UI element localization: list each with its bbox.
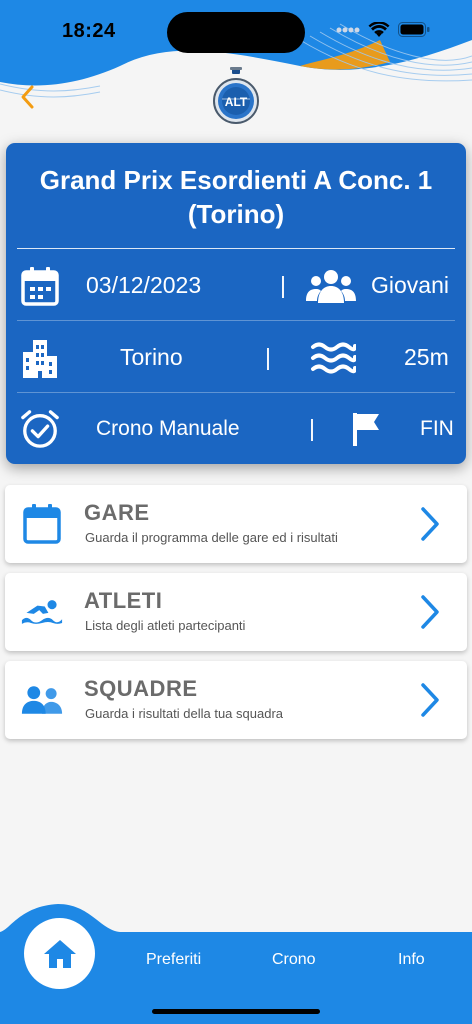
event-federation: FIN	[420, 417, 454, 440]
back-button[interactable]	[12, 80, 42, 114]
calendar-icon	[21, 503, 63, 545]
row-separator: |	[265, 344, 271, 370]
alarm-check-icon	[20, 409, 60, 449]
chevron-left-icon	[21, 85, 34, 109]
menu-subtitle: Guarda il programma delle gare ed i risu…	[85, 530, 338, 545]
event-info-card: Grand Prix Esordienti A Conc. 1 (Torino)…	[6, 143, 466, 464]
city-pool-row: Torino | 25m	[6, 322, 466, 392]
wifi-icon	[368, 20, 390, 43]
menu-card-squadre[interactable]: SQUADRE Guarda i risultati della tua squ…	[5, 661, 467, 739]
water-waves-icon	[308, 338, 358, 378]
chevron-right-icon	[421, 683, 439, 717]
date-category-row: 03/12/2023 | Giovani	[6, 250, 466, 320]
menu-subtitle: Lista degli atleti partecipanti	[85, 618, 246, 633]
stopwatch-logo-icon: ALT	[213, 67, 259, 124]
event-pool-length: 25m	[404, 344, 449, 370]
chevron-right-icon	[421, 595, 439, 629]
title-divider	[17, 248, 455, 249]
status-bar: 18:24	[0, 0, 472, 62]
timing-federation-row: Crono Manuale | FIN	[6, 393, 466, 463]
tab-crono[interactable]: Crono	[272, 951, 316, 969]
chevron-right-icon	[421, 507, 439, 541]
battery-icon	[398, 22, 430, 42]
event-city: Torino	[120, 344, 183, 370]
menu-subtitle: Guarda i risultati della tua squadra	[85, 706, 284, 721]
calendar-icon	[20, 266, 60, 306]
event-date: 03/12/2023	[86, 272, 202, 298]
status-icons	[336, 20, 430, 43]
city-buildings-icon	[20, 338, 60, 378]
tab-info[interactable]: Info	[398, 951, 425, 969]
menu-card-atleti[interactable]: ATLETI Lista degli atleti partecipanti	[5, 573, 467, 651]
flag-icon	[346, 409, 386, 449]
event-timing: Crono Manuale	[96, 417, 240, 440]
dynamic-island	[167, 12, 305, 53]
home-indicator	[152, 1009, 320, 1014]
event-category: Giovani	[371, 272, 449, 298]
app-logo: ALT	[212, 66, 260, 126]
row-separator: |	[280, 272, 286, 298]
menu-title: GARE	[84, 500, 150, 525]
team-icon	[21, 679, 63, 721]
bottom-tab-bar: Preferiti Crono Info	[0, 900, 472, 1024]
group-icon	[306, 266, 356, 306]
event-title: Grand Prix Esordienti A Conc. 1 (Torino)	[39, 165, 433, 229]
row-separator: |	[309, 415, 315, 441]
svg-text:ALT: ALT	[225, 95, 248, 109]
menu-card-gare[interactable]: GARE Guarda il programma delle gare ed i…	[5, 485, 467, 563]
swimmer-icon	[21, 591, 63, 633]
tab-home[interactable]	[24, 918, 95, 989]
status-time: 18:24	[62, 20, 116, 42]
app-header: 18:24 ALT	[0, 0, 472, 140]
row-divider	[17, 320, 455, 321]
signal-icon	[336, 23, 360, 41]
menu-title: SQUADRE	[84, 676, 198, 701]
tab-preferiti[interactable]: Preferiti	[146, 951, 201, 969]
home-icon	[43, 939, 76, 968]
menu-title: ATLETI	[84, 588, 163, 613]
